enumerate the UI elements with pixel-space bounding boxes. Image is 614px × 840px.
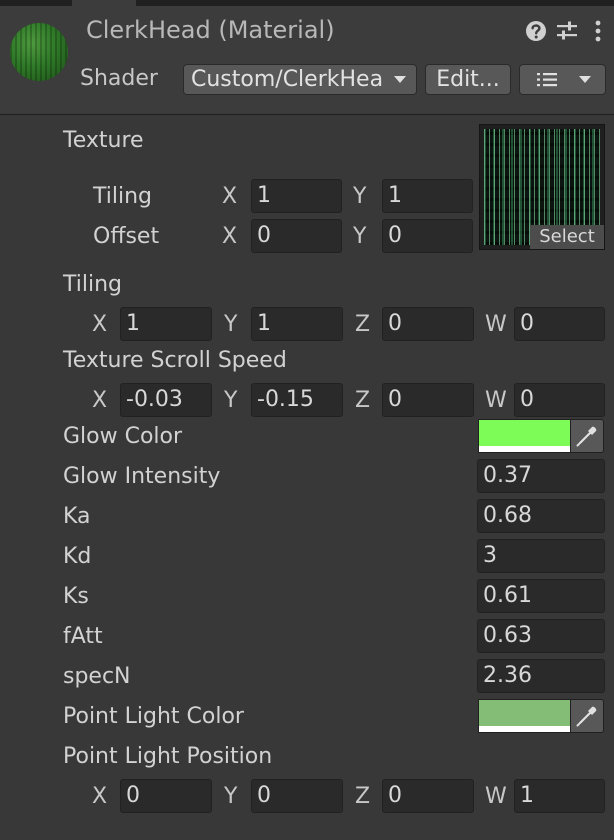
ka-label: Ka — [63, 504, 91, 529]
eyedropper-icon — [571, 700, 603, 732]
glow-intensity-field[interactable]: 0.37 — [477, 459, 605, 493]
glow-color-field[interactable] — [478, 419, 570, 453]
tiling-label: Tiling — [63, 272, 123, 297]
eyedropper-button[interactable] — [570, 699, 604, 733]
ks-field[interactable]: 0.61 — [477, 579, 605, 613]
texture-label: Texture — [63, 128, 144, 153]
point-light-position-x-field[interactable]: 0 — [120, 779, 212, 813]
tiling-x-field[interactable]: 1 — [120, 307, 212, 341]
inspector-tab[interactable] — [72, 0, 136, 6]
point-light-color-label: Point Light Color — [63, 704, 244, 729]
tiling-y-field[interactable]: 1 — [251, 307, 343, 341]
material-preview-icon — [10, 23, 68, 81]
axis-x-label: X — [222, 224, 238, 249]
scroll-speed-y-field[interactable]: -0.15 — [251, 383, 343, 417]
axis-z-label: Z — [355, 312, 371, 337]
axis-z-label: Z — [355, 388, 371, 413]
fatt-label: fAtt — [63, 624, 103, 649]
presets-sliders-icon[interactable] — [554, 18, 580, 44]
list-icon — [536, 65, 558, 94]
material-title: ClerkHead (Material) — [86, 16, 335, 44]
scroll-speed-x-field[interactable]: -0.03 — [120, 383, 212, 417]
fatt-field[interactable]: 0.63 — [477, 619, 605, 653]
axis-w-label: W — [485, 312, 507, 337]
point-light-color-swatch — [479, 700, 570, 726]
axis-w-label: W — [485, 388, 507, 413]
dropdown-arrow-icon — [393, 65, 407, 94]
axis-x-label: X — [92, 388, 108, 413]
tiling-z-field[interactable]: 0 — [382, 307, 474, 341]
glow-color-label: Glow Color — [63, 424, 183, 449]
axis-w-label: W — [485, 784, 507, 809]
texture-tiling-label: Tiling — [93, 184, 153, 209]
axis-y-label: Y — [353, 224, 367, 249]
shader-value: Custom/ClerkHea — [191, 67, 384, 92]
edit-shader-button[interactable]: Edit... — [425, 64, 511, 95]
material-menu-button[interactable] — [519, 64, 606, 95]
scroll-speed-label: Texture Scroll Speed — [63, 348, 287, 373]
point-light-color-field[interactable] — [478, 699, 570, 733]
texture-tiling-x-field[interactable]: 1 — [251, 179, 342, 213]
specn-field[interactable]: 2.36 — [477, 659, 605, 693]
ks-label: Ks — [63, 584, 89, 609]
top-tab-strip — [0, 0, 614, 6]
glow-color-swatch — [479, 420, 570, 446]
alpha-bar — [479, 446, 570, 452]
specn-label: specN — [63, 664, 131, 689]
kd-label: Kd — [63, 544, 92, 569]
alpha-bar — [479, 726, 570, 732]
texture-select-button[interactable]: Select — [530, 225, 604, 249]
kd-field[interactable]: 3 — [477, 539, 605, 573]
shader-dropdown[interactable]: Custom/ClerkHea — [183, 64, 417, 95]
header-divider — [0, 114, 614, 115]
shader-label: Shader — [80, 66, 158, 91]
axis-y-label: Y — [224, 784, 238, 809]
texture-tiling-y-field[interactable]: 1 — [382, 179, 473, 213]
tiling-w-field[interactable]: 0 — [514, 307, 605, 341]
point-light-position-y-field[interactable]: 0 — [251, 779, 343, 813]
scroll-speed-w-field[interactable]: 0 — [514, 383, 605, 417]
axis-z-label: Z — [355, 784, 371, 809]
point-light-position-z-field[interactable]: 0 — [382, 779, 474, 813]
more-vert-icon[interactable] — [589, 18, 607, 44]
point-light-position-label: Point Light Position — [63, 744, 273, 769]
texture-thumbnail[interactable]: Select — [479, 124, 605, 250]
ka-field[interactable]: 0.68 — [477, 499, 605, 533]
eyedropper-button[interactable] — [570, 419, 604, 453]
axis-x-label: X — [92, 784, 108, 809]
chevron-down-icon — [578, 65, 592, 94]
scroll-speed-z-field[interactable]: 0 — [382, 383, 474, 417]
axis-x-label: X — [92, 312, 108, 337]
texture-offset-label: Offset — [93, 224, 160, 249]
axis-y-label: Y — [224, 312, 238, 337]
point-light-position-w-field[interactable]: 1 — [514, 779, 605, 813]
eyedropper-icon — [571, 420, 603, 452]
axis-y-label: Y — [224, 388, 238, 413]
axis-y-label: Y — [353, 184, 367, 209]
texture-offset-y-field[interactable]: 0 — [382, 219, 473, 253]
axis-x-label: X — [222, 184, 238, 209]
glow-intensity-label: Glow Intensity — [63, 464, 221, 489]
texture-offset-x-field[interactable]: 0 — [251, 219, 342, 253]
help-icon[interactable] — [523, 18, 549, 44]
